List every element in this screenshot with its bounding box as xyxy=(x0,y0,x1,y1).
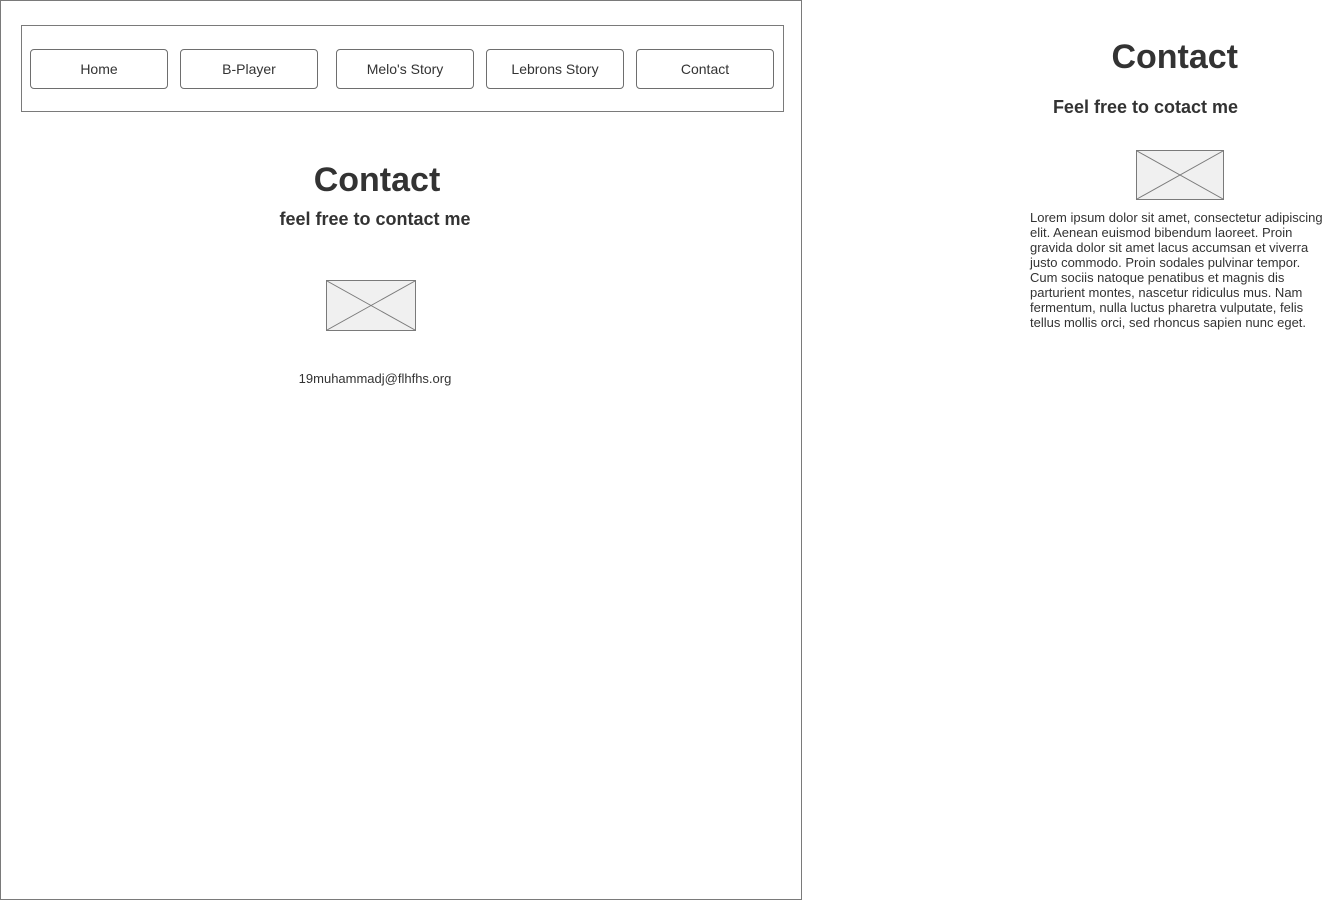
nav-button-contact[interactable]: Contact xyxy=(636,49,774,89)
wireframe-canvas: Home B-Player Melo's Story Lebrons Story… xyxy=(0,0,1330,900)
image-placeholder xyxy=(326,280,416,331)
page-frame: Home B-Player Melo's Story Lebrons Story… xyxy=(0,0,802,900)
nav-button-b-player[interactable]: B-Player xyxy=(180,49,318,89)
contact-email[interactable]: 19muhammadj@flhfhs.org xyxy=(1,371,749,386)
nav-button-lebrons-story[interactable]: Lebrons Story xyxy=(486,49,624,89)
body-paragraph: Lorem ipsum dolor sit amet, consectetur … xyxy=(1030,210,1323,330)
right-image-placeholder xyxy=(1136,150,1224,200)
page-title: Contact xyxy=(313,161,441,199)
right-title: Contact xyxy=(1111,38,1238,76)
right-subtitle: Feel free to cotact me xyxy=(1052,97,1238,117)
page-subtitle: feel free to contact me xyxy=(279,209,471,229)
image-placeholder-icon xyxy=(1137,151,1223,199)
navbar: Home B-Player Melo's Story Lebrons Story… xyxy=(21,25,784,112)
nav-button-home[interactable]: Home xyxy=(30,49,168,89)
nav-button-melos-story[interactable]: Melo's Story xyxy=(336,49,474,89)
image-placeholder-icon xyxy=(327,281,415,330)
